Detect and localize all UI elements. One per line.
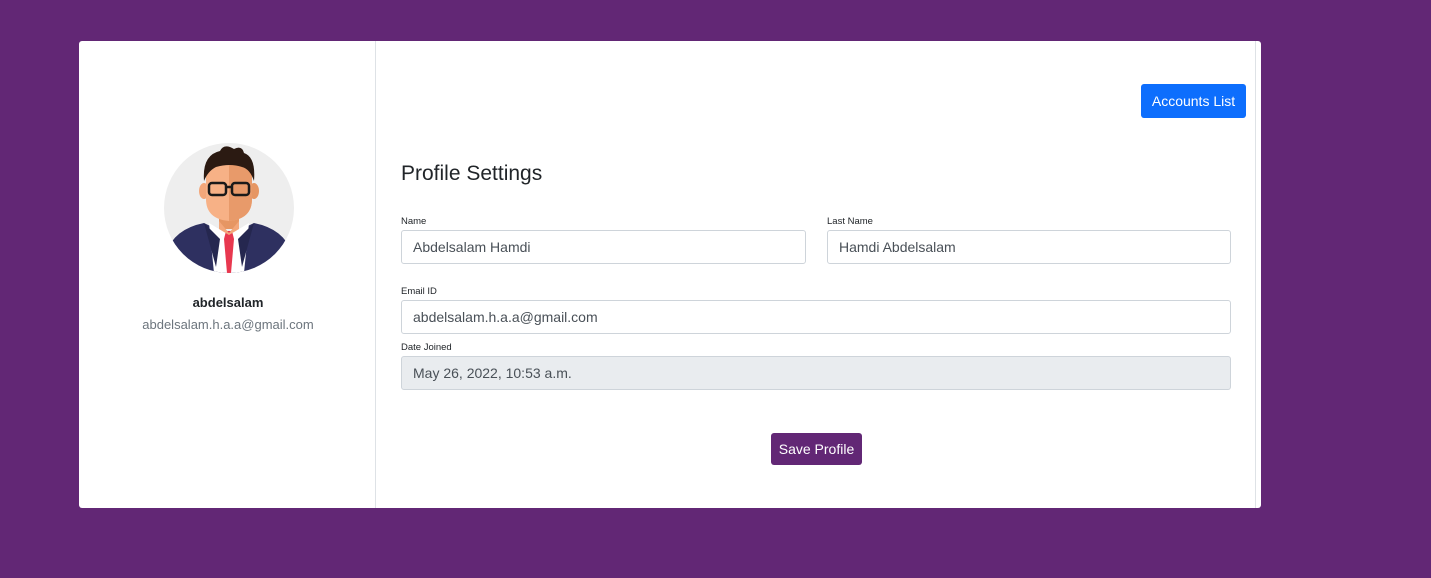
avatar (164, 143, 294, 273)
email-input[interactable] (401, 300, 1231, 334)
accounts-list-button[interactable]: Accounts List (1141, 84, 1246, 118)
page-title: Profile Settings (401, 162, 543, 185)
name-input[interactable] (401, 230, 806, 264)
card-divider (1255, 41, 1256, 508)
name-label: Name (401, 216, 427, 227)
email-label: Email ID (401, 286, 437, 297)
date-joined-label: Date Joined (401, 342, 452, 353)
last-name-label: Last Name (827, 216, 873, 227)
last-name-input[interactable] (827, 230, 1231, 264)
profile-username: abdelsalam (192, 295, 264, 310)
profile-card: abdelsalam abdelsalam.h.a.a@gmail.com Ac… (79, 41, 1261, 508)
profile-email: abdelsalam.h.a.a@gmail.com (142, 317, 314, 332)
profile-sidebar: abdelsalam abdelsalam.h.a.a@gmail.com (79, 41, 376, 508)
save-profile-button[interactable]: Save Profile (771, 433, 862, 465)
date-joined-input (401, 356, 1231, 390)
